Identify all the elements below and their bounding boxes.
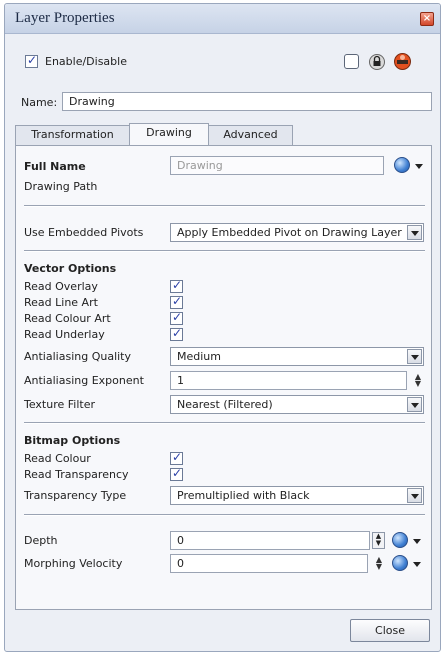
read-line-art-label: Read Line Art: [24, 296, 98, 309]
pivots-dropdown[interactable]: Apply Embedded Pivot on Drawing Layer: [170, 223, 424, 242]
read-colour-art-checkbox[interactable]: [170, 310, 183, 325]
window-title: Layer Properties: [15, 10, 115, 26]
antialiasing-quality-value: Medium: [177, 350, 221, 363]
morphing-chevron-down-icon[interactable]: [413, 562, 421, 567]
tab-transformation[interactable]: Transformation: [15, 125, 130, 145]
depth-field[interactable]: 0: [170, 531, 370, 550]
lock-icon[interactable]: [369, 53, 385, 70]
full-name-field[interactable]: Drawing: [170, 156, 384, 175]
stepper-arrows-icon[interactable]: ▲ ▼: [414, 373, 422, 388]
name-label: Name:: [21, 96, 58, 109]
antialiasing-exponent-label: Antialiasing Exponent: [24, 374, 144, 387]
morphing-velocity-label: Morphing Velocity: [24, 557, 123, 570]
read-transparency-checkbox[interactable]: [170, 466, 183, 481]
morphing-stepper-icon[interactable]: ▲ ▼: [375, 556, 383, 571]
read-overlay-checkbox[interactable]: [170, 278, 183, 293]
morphing-velocity-field[interactable]: 0: [170, 554, 368, 573]
separator: [24, 422, 425, 424]
pivots-label: Use Embedded Pivots: [24, 226, 144, 239]
colour-swatch-icon[interactable]: [394, 53, 411, 70]
depth-label: Depth: [24, 534, 58, 547]
title-bar[interactable]: Layer Properties ×: [5, 4, 440, 34]
chevron-down-icon[interactable]: [415, 164, 423, 169]
tab-drawing[interactable]: Drawing: [129, 123, 209, 145]
dropdown-arrow-icon[interactable]: [407, 488, 422, 503]
read-underlay-label: Read Underlay: [24, 328, 105, 341]
layer-properties-window: Layer Properties × Enable/Disable Name: …: [4, 3, 441, 652]
read-underlay-checkbox[interactable]: [170, 326, 183, 341]
drawing-path-label: Drawing Path: [24, 180, 98, 193]
texture-filter-dropdown[interactable]: Nearest (Filtered): [170, 395, 424, 414]
depth-chevron-down-icon[interactable]: [413, 539, 421, 544]
drawing-tab-panel: Full Name Drawing Drawing Path Use Embed…: [15, 145, 432, 610]
morphing-globe-icon[interactable]: [392, 555, 408, 571]
pivots-value: Apply Embedded Pivot on Drawing Layer: [177, 226, 402, 239]
bitmap-options-heading: Bitmap Options: [24, 434, 121, 447]
separator: [24, 250, 425, 252]
depth-globe-icon[interactable]: [392, 532, 408, 548]
read-line-art-checkbox[interactable]: [170, 294, 183, 309]
transparency-type-dropdown[interactable]: Premultiplied with Black: [170, 486, 424, 505]
vector-options-heading: Vector Options: [24, 262, 117, 275]
separator: [24, 514, 425, 516]
antialiasing-quality-label: Antialiasing Quality: [24, 350, 132, 363]
transparency-type-value: Premultiplied with Black: [177, 489, 310, 502]
enable-checkbox[interactable]: [25, 53, 38, 68]
antialiasing-exponent-field[interactable]: 1: [170, 371, 407, 390]
read-transparency-label: Read Transparency: [24, 468, 129, 481]
dropdown-arrow-icon[interactable]: [407, 225, 422, 240]
depth-stepper-icon[interactable]: ▲ ▼: [372, 532, 385, 549]
transparency-type-label: Transparency Type: [24, 489, 127, 502]
full-name-label: Full Name: [24, 160, 86, 173]
window-close-icon[interactable]: ×: [420, 12, 434, 26]
texture-filter-value: Nearest (Filtered): [177, 398, 273, 411]
globe-icon[interactable]: [394, 157, 410, 173]
hidden-toggle-icon[interactable]: [344, 54, 359, 69]
read-colour-art-label: Read Colour Art: [24, 312, 111, 325]
read-colour-checkbox[interactable]: [170, 450, 183, 465]
enable-label: Enable/Disable: [45, 55, 127, 68]
read-overlay-label: Read Overlay: [24, 280, 98, 293]
name-input[interactable]: Drawing: [62, 92, 432, 111]
texture-filter-label: Texture Filter: [24, 398, 96, 411]
antialiasing-quality-dropdown[interactable]: Medium: [170, 347, 424, 366]
dropdown-arrow-icon[interactable]: [407, 397, 422, 412]
tab-advanced[interactable]: Advanced: [208, 125, 293, 145]
dropdown-arrow-icon[interactable]: [407, 349, 422, 364]
close-button[interactable]: Close: [350, 619, 430, 642]
separator: [24, 205, 425, 207]
read-colour-label: Read Colour: [24, 452, 91, 465]
